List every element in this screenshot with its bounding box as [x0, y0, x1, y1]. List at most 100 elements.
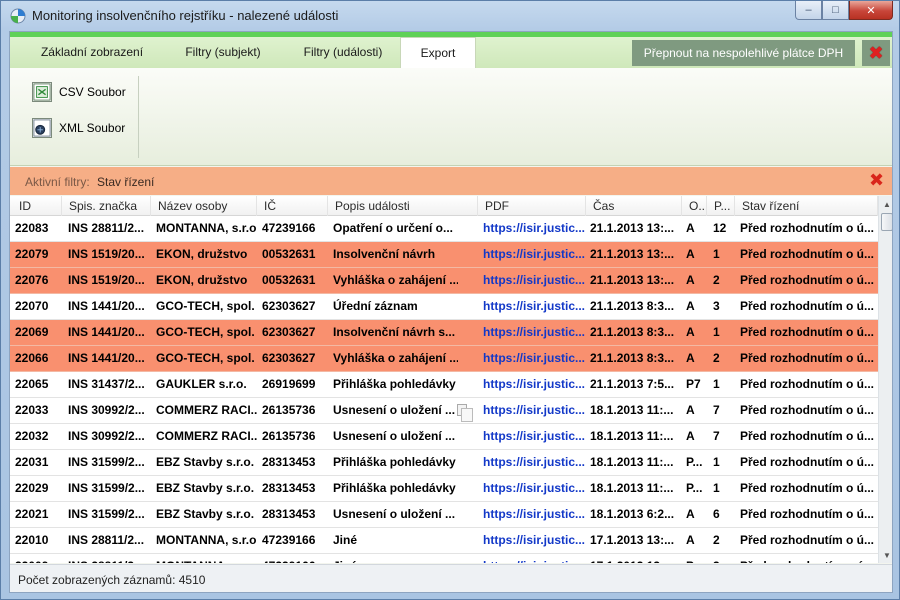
cell-pdf[interactable]: https://isir.justic... — [480, 476, 586, 502]
table-row[interactable]: 22083 INS 28811/2... MONTANNA, s.r.o. 47239… — [10, 216, 878, 242]
cell-o: A — [686, 325, 695, 339]
close-view-button[interactable]: ✖ — [862, 40, 890, 66]
column-header-id[interactable]: ID — [12, 196, 62, 216]
cell-o: A — [686, 429, 695, 443]
cell-nazev: COMMERZ RACI... — [156, 429, 257, 443]
cell-stav: Před rozhodnutím o ú... — [740, 325, 874, 339]
cell-popis: Opatření o určení o... — [333, 221, 454, 235]
cell-o: A — [686, 273, 695, 287]
table-row[interactable]: 22031 INS 31599/2... EBZ Stavby s.r.o. 2831… — [10, 450, 878, 476]
table-row[interactable]: 22066 INS 1441/20... GCO-TECH, spol. ... 62… — [10, 346, 878, 372]
column-header-pdf[interactable]: PDF — [478, 196, 586, 216]
cell-spis: INS 31599/2... — [68, 481, 145, 495]
app-logo-icon — [10, 8, 26, 24]
clear-filters-icon[interactable]: ✖ — [869, 171, 884, 189]
column-header-o[interactable]: O... — [682, 196, 707, 216]
column-header-spis[interactable]: Spis. značka — [62, 196, 151, 216]
copy-document-icon[interactable] — [457, 404, 473, 422]
cell-pdf[interactable]: https://isir.justic... — [480, 554, 586, 563]
cell-popis: Usnesení o uložení ... — [333, 429, 456, 443]
cell-ic: 26919699 — [262, 377, 316, 391]
cell-pdf[interactable]: https://isir.justic... — [480, 216, 586, 242]
table-row[interactable]: 22076 INS 1519/20... EKON, družstvo 0053263… — [10, 268, 878, 294]
tab-basic-view[interactable]: Základní zobrazení — [24, 37, 160, 68]
scroll-thumb[interactable] — [881, 213, 892, 231]
close-icon: ✖ — [868, 43, 884, 63]
cell-spis: INS 28811/2... — [68, 221, 145, 235]
cell-cas: 21.1.2013 8:3... — [590, 325, 675, 339]
table-row[interactable]: 22032 INS 30992/2... COMMERZ RACI... 261357… — [10, 424, 878, 450]
column-header-cas[interactable]: Čas — [586, 196, 682, 216]
minimize-button[interactable]: – — [795, 1, 822, 20]
cell-id: 22009 — [12, 554, 62, 563]
cell-id: 22021 — [15, 507, 49, 521]
scroll-down-icon[interactable]: ▼ — [879, 547, 892, 563]
cell-cas: 18.1.2013 11:... — [590, 429, 674, 443]
table-row[interactable]: 22065 INS 31437/2... GAUKLER s.r.o. 2691969… — [10, 372, 878, 398]
table-row[interactable]: 22079 INS 1519/20... EKON, družstvo 0053263… — [10, 242, 878, 268]
window-title: Monitoring insolvenčního rejstříku - nal… — [32, 8, 339, 23]
table-row[interactable]: 22029 INS 31599/2... EBZ Stavby s.r.o. 2831… — [10, 476, 878, 502]
cell-pdf[interactable]: https://isir.justic... — [480, 242, 586, 268]
cell-pdf[interactable]: https://isir.justic... — [480, 450, 586, 476]
cell-pdf[interactable]: https://isir.justic... — [480, 528, 586, 554]
switch-vat-button[interactable]: Přepnout na nespolehlivé plátce DPH — [632, 40, 855, 66]
cell-pdf[interactable]: https://isir.justic... — [480, 398, 586, 424]
cell-spis: INS 1519/20... — [68, 273, 145, 287]
cell-cas: 18.1.2013 6:2... — [590, 507, 675, 521]
column-header-p[interactable]: P... — [707, 196, 735, 216]
cell-ic: 26135736 — [262, 403, 316, 417]
table-row[interactable]: 22069 INS 1441/20... GCO-TECH, spol. ... 62… — [10, 320, 878, 346]
cell-popis: Přihláška pohledávky — [333, 455, 456, 469]
xml-file-icon — [32, 118, 52, 138]
vertical-scrollbar[interactable]: ▲ ▼ — [878, 196, 892, 563]
cell-pdf[interactable]: https://isir.justic... — [480, 372, 586, 398]
close-window-button[interactable]: ✕ — [849, 1, 893, 20]
cell-cas: 21.1.2013 13:... — [590, 247, 675, 261]
cell-p: 7 — [713, 403, 720, 417]
cell-nazev: MONTANNA, s.r.o. — [153, 554, 257, 563]
export-csv-button[interactable]: CSV Soubor — [32, 80, 126, 104]
cell-p: 2 — [713, 351, 720, 365]
cell-pdf[interactable]: https://isir.justic... — [480, 424, 586, 450]
cell-pdf[interactable]: https://isir.justic... — [480, 294, 586, 320]
tab-export[interactable]: Export — [400, 37, 476, 68]
cell-o: A — [686, 221, 695, 235]
column-header-popis[interactable]: Popis události — [328, 196, 478, 216]
title-bar[interactable]: Monitoring insolvenčního rejstříku - nal… — [1, 1, 899, 31]
tab-filters-events[interactable]: Filtry (události) — [286, 37, 400, 68]
panel-divider — [138, 76, 139, 158]
cell-id: 22083 — [15, 221, 49, 235]
active-filters-label: Aktivní filtry: — [25, 175, 90, 189]
cell-pdf[interactable]: https://isir.justic... — [480, 268, 586, 294]
cell-id: 22070 — [15, 299, 49, 313]
table-row[interactable]: 22010 INS 28811/2... MONTANNA, s.r.o. 47239… — [10, 528, 878, 554]
cell-p: 2 — [713, 533, 720, 547]
export-xml-button[interactable]: XML Soubor — [32, 116, 125, 140]
cell-popis: Usnesení o uložení ... — [333, 403, 456, 417]
cell-spis: INS 31599/2... — [68, 507, 145, 521]
cell-cas: 21.1.2013 8:3... — [590, 351, 675, 365]
cell-o: P7 — [686, 377, 701, 391]
record-count: Počet zobrazených záznamů: 4510 — [18, 573, 206, 587]
ribbon-tabs: Základní zobrazení Filtry (subjekt) Filt… — [10, 37, 892, 68]
cell-pdf[interactable]: https://isir.justic... — [480, 502, 586, 528]
table-row[interactable]: 22033 INS 30992/2... COMMERZ RACI... 261357… — [10, 398, 878, 424]
table-row[interactable]: 22070 INS 1441/20... GCO-TECH, spol. ... 62… — [10, 294, 878, 320]
column-header-stav[interactable]: Stav řízení — [735, 196, 878, 216]
table-row[interactable]: 22009INS 28811/2...MONTANNA, s.r.o.47239… — [10, 554, 878, 563]
maximize-button[interactable]: □ — [822, 1, 849, 20]
cell-spis: INS 30992/2... — [68, 403, 145, 417]
column-header-ic[interactable]: IČ — [257, 196, 328, 216]
tab-filters-subject[interactable]: Filtry (subjekt) — [170, 37, 276, 68]
scroll-up-icon[interactable]: ▲ — [879, 196, 892, 212]
cell-pdf[interactable]: https://isir.justic... — [480, 346, 586, 372]
cell-ic: 47239166 — [262, 533, 316, 547]
table-row[interactable]: 22021 INS 31599/2... EBZ Stavby s.r.o. 2831… — [10, 502, 878, 528]
main-area: Základní zobrazení Filtry (subjekt) Filt… — [9, 31, 893, 593]
cell-spis: INS 28811/2... — [65, 554, 151, 563]
cell-p: 1 — [713, 455, 720, 469]
column-header-nazev[interactable]: Název osoby — [151, 196, 257, 216]
cell-pdf[interactable]: https://isir.justic... — [480, 320, 586, 346]
cell-ic: 62303627 — [262, 325, 316, 339]
